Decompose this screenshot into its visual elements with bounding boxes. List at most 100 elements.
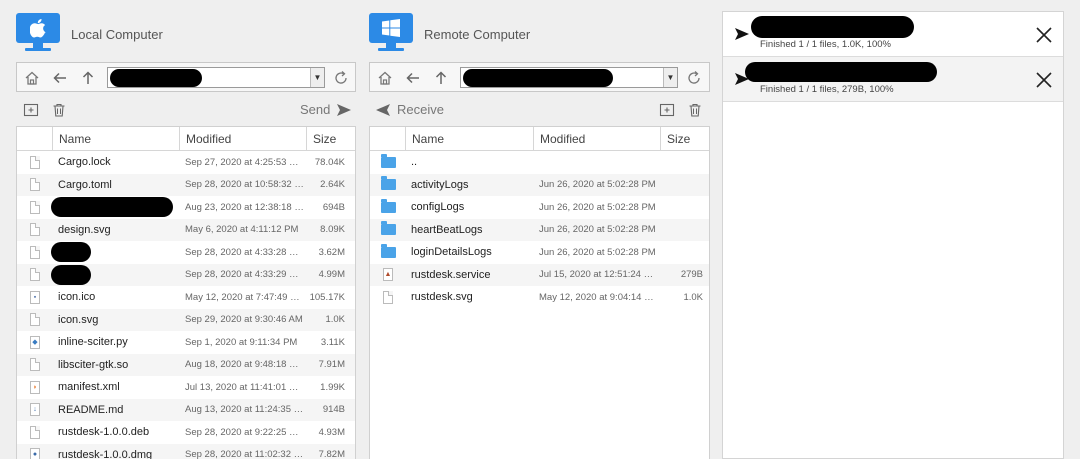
apple-computer-icon [16,13,60,53]
home-icon[interactable] [376,69,394,87]
local-table-header: Name Modified Size [17,127,355,151]
file-row[interactable]: ◆ inline-sciter.py Sep 1, 2020 at 9:11:34 … [17,331,355,354]
remote-table-header: Name Modified Size [370,127,709,151]
file-row[interactable]: activityLogs Jun 26, 2020 at 5:02:28 PM [370,173,709,196]
folder-icon [380,243,396,258]
file-name: loginDetailsLogs [411,246,492,259]
file-modified: Sep 29, 2020 at 9:30:46 AM [185,314,303,326]
file-row[interactable]: ◗ manifest.xml Jul 13, 2020 at 11:41:01 … 1… [17,376,355,399]
send-arrow-icon [735,28,749,40]
column-header-size[interactable]: Size [307,127,351,151]
transfer-status: Finished 1 / 1 files, 279B, 100% [760,84,894,95]
file-row[interactable]: ▲ rustdesk.service Jul 15, 2020 at 12:51:2… [370,263,709,286]
local-header: Local Computer [16,0,356,58]
remote-title: Remote Computer [424,27,531,42]
file-name: design.svg [58,223,111,236]
remote-nav-bar: ▼ [369,62,710,92]
file-name: Cargo.toml [58,178,112,191]
file-row[interactable]: Sep 28, 2020 at 4:33:28 … 3.62M [17,241,355,264]
file-icon [30,178,40,192]
file-name: rustdesk-1.0.0.dmg [58,448,153,459]
local-path-input[interactable]: ▼ [107,67,325,88]
file-row[interactable]: .. [370,151,709,174]
rss-file-icon: ◗ [30,380,40,394]
file-row[interactable]: configLogs Jun 26, 2020 at 5:02:28 PM [370,196,709,219]
file-row[interactable]: Cargo.toml Sep 28, 2020 at 10:58:32 … 2.64… [17,173,355,196]
file-name: icon.ico [58,291,96,304]
remote-path-input[interactable]: ▼ [460,67,678,88]
new-folder-icon[interactable] [22,101,40,119]
markdown-file-icon: ↓ [30,403,40,417]
file-size: 7.82M [318,449,345,459]
trash-icon[interactable] [686,101,704,119]
file-name: rustdesk.svg [411,291,473,304]
file-modified: Aug 23, 2020 at 12:38:18 … [185,201,304,213]
up-arrow-icon[interactable] [79,69,97,87]
file-size: 8.09K [320,224,345,236]
column-header-name[interactable]: Name [53,127,180,151]
chevron-down-icon[interactable]: ▼ [310,68,324,87]
file-row[interactable]: design.svg May 6, 2020 at 4:11:12 PM 8.09K [17,218,355,241]
file-modified: Aug 13, 2020 at 11:24:35 … [185,404,304,416]
file-row[interactable]: ↓ README.md Aug 13, 2020 at 11:24:35 … 914B [17,398,355,421]
file-name: inline-sciter.py [58,336,128,349]
receive-button[interactable]: Receive [375,102,444,117]
file-name: .. [411,156,418,169]
redacted-filename [51,197,173,217]
file-modified: Sep 28, 2020 at 4:33:28 … [185,246,299,258]
file-row[interactable]: loginDetailsLogs Jun 26, 2020 at 5:02:28 … [370,241,709,264]
refresh-icon[interactable] [685,69,703,87]
column-header-modified[interactable]: Modified [180,127,307,151]
file-size: 4.99M [318,269,345,281]
file-row[interactable]: Cargo.lock Sep 27, 2020 at 4:25:53 … 78.04… [17,151,355,174]
file-size: 1.0K [325,314,345,326]
remote-file-table: Name Modified Size .. activityLogs Jun 26,… [369,126,710,459]
column-header-name[interactable]: Name [406,127,534,151]
file-name: rustdesk.service [411,268,491,281]
chevron-down-icon[interactable]: ▼ [663,68,677,87]
service-file-icon: ▲ [383,268,393,282]
local-pane: Local Computer ▼ Send Name Modified Size… [16,0,356,459]
file-icon [30,155,40,169]
file-row[interactable]: rustdesk-1.0.0.deb Sep 28, 2020 at 9:22:2… [17,421,355,444]
file-row[interactable]: libsciter-gtk.so Aug 18, 2020 at 9:48:18 … [17,353,355,376]
file-row[interactable]: icon.svg Sep 29, 2020 at 9:30:46 AM 1.0K [17,308,355,331]
close-icon[interactable] [1035,71,1053,89]
folder-icon [380,176,396,191]
column-header-size[interactable]: Size [661,127,709,151]
file-row[interactable]: Aug 23, 2020 at 12:38:18 … 694B [17,196,355,219]
back-arrow-icon[interactable] [51,69,69,87]
local-action-bar: Send [16,98,356,122]
file-row[interactable]: rustdesk.svg May 12, 2020 at 9:04:14 … 1.0… [370,286,709,309]
file-modified: Jun 26, 2020 at 5:02:28 PM [539,246,656,258]
file-size: 4.93M [318,426,345,438]
remote-header: Remote Computer [369,0,710,58]
up-arrow-icon[interactable] [432,69,450,87]
file-size: 914B [322,404,345,416]
back-arrow-icon[interactable] [404,69,422,87]
trash-icon[interactable] [50,101,68,119]
file-row[interactable]: heartBeatLogs Jun 26, 2020 at 5:02:28 PM [370,218,709,241]
file-name: icon.svg [58,313,99,326]
new-folder-icon[interactable] [658,101,676,119]
file-row[interactable]: Sep 28, 2020 at 4:33:29 … 4.99M [17,263,355,286]
column-header-modified[interactable]: Modified [534,127,661,151]
file-size: 694B [322,201,345,213]
file-size: 3.11K [320,336,345,348]
file-row[interactable]: ● rustdesk-1.0.0.dmg Sep 28, 2020 at 11:02… [17,443,355,459]
file-size: 78.04K [314,156,345,168]
file-name: libsciter-gtk.so [58,358,129,371]
send-button[interactable]: Send [300,102,352,117]
redacted-filename [751,16,914,38]
file-modified: Sep 28, 2020 at 4:33:29 … [185,269,299,281]
redacted-filename [745,62,937,82]
home-icon[interactable] [23,69,41,87]
close-icon[interactable] [1035,26,1053,44]
file-row[interactable]: ▪ icon.ico May 12, 2020 at 7:47:49 … 105.17… [17,286,355,309]
windows-computer-icon [369,13,413,53]
redacted-path [110,69,202,87]
remote-pane: Remote Computer ▼ Receive Name Modified … [369,0,710,459]
refresh-icon[interactable] [332,69,350,87]
local-nav-bar: ▼ [16,62,356,92]
transfer-job: Finished 1 / 1 files, 279B, 100% [723,57,1063,102]
